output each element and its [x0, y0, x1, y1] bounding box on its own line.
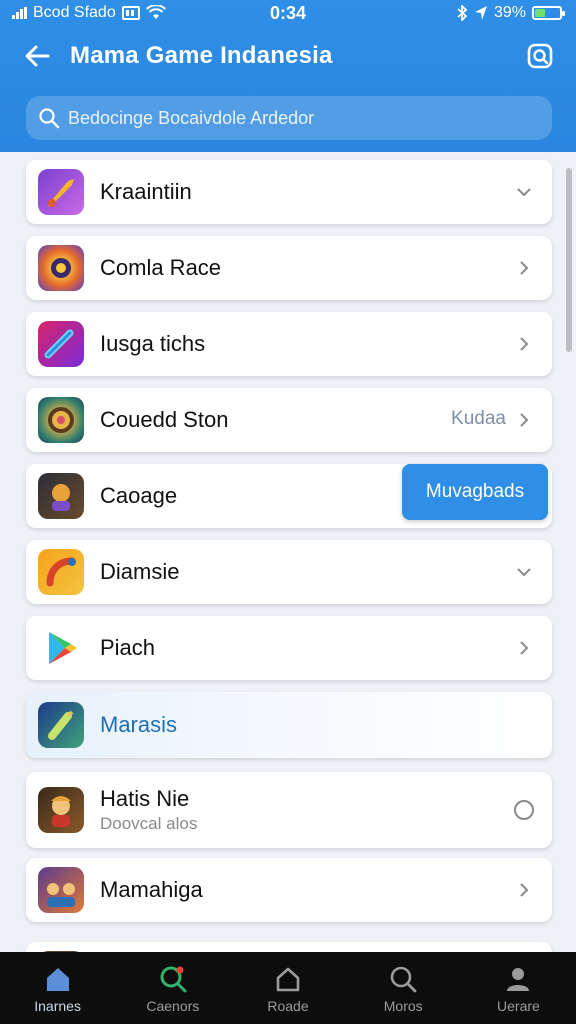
play-store-icon: [49, 632, 77, 664]
hero-icon: [51, 796, 71, 827]
chevron-right-icon[interactable]: [514, 880, 534, 900]
wand-icon: [44, 329, 74, 359]
app-name: Couedd Ston: [100, 407, 229, 432]
page-title: Mama Game Indanesia: [70, 42, 333, 69]
nav-label: Roade: [267, 998, 309, 1014]
install-button[interactable]: Muvagbads: [402, 464, 548, 520]
list-item-kraaintiin[interactable]: Kraaintiin: [26, 160, 552, 224]
app-name: Kraaintiin: [100, 179, 192, 204]
chevron-down-icon[interactable]: [514, 182, 534, 202]
nav-roade[interactable]: Roade: [230, 952, 345, 1024]
nav-label: Uerare: [497, 998, 540, 1014]
item-text: Hatis Nie Doovcal alos: [100, 786, 197, 834]
list-item-marasis[interactable]: Marasis: [26, 692, 552, 758]
game-icon: [38, 787, 84, 833]
list-item-iusga-tichs[interactable]: Iusga tichs: [26, 312, 552, 376]
scrollbar[interactable]: [566, 168, 572, 352]
list-item-diamsie[interactable]: Diamsie: [26, 540, 552, 604]
game-icon: [38, 397, 84, 443]
title-bar: Mama Game Indanesia: [0, 36, 576, 76]
chevron-right-icon[interactable]: [514, 258, 534, 278]
app-name: Comla Race: [100, 255, 222, 280]
list-item-piach[interactable]: Piach: [26, 616, 552, 680]
battery-fill: [535, 9, 546, 17]
chevron-right-icon[interactable]: [514, 410, 534, 430]
game-icon: [38, 321, 84, 367]
nav-label: Moros: [383, 998, 423, 1014]
game-icon: [38, 245, 84, 291]
crowd-icon: [47, 883, 75, 907]
battery-percent: 39%: [493, 4, 526, 21]
app-header: Bcod Sfado 0:34 39% Mama Game Indanesia: [0, 0, 576, 152]
app-list: Kraaintiin Comla Race Iusga tichs Couedd…: [0, 152, 576, 952]
user-icon: [507, 968, 530, 991]
search-icon: [160, 966, 187, 993]
nav-label: Inarnes: [34, 998, 81, 1014]
wheel-icon: [51, 258, 71, 278]
app-name: Hatis Nie: [100, 786, 190, 811]
game-icon: [38, 702, 84, 748]
list-item-comla-race[interactable]: Comla Race: [26, 236, 552, 300]
bottom-navigation: Inarnes Caenors Roade Moros Uerare: [0, 952, 576, 1024]
app-name: Caoage: [100, 483, 178, 508]
search-icon: [390, 966, 417, 993]
home-icon: [46, 968, 69, 991]
chevron-right-icon[interactable]: [514, 638, 534, 658]
horn-icon: [46, 557, 76, 587]
nav-label: Caenors: [146, 998, 200, 1014]
app-name: Iusga tichs: [100, 331, 206, 356]
game-icon: [38, 473, 84, 519]
search-action-icon[interactable]: [524, 40, 556, 72]
location-icon: [474, 6, 487, 20]
list-item-partial[interactable]: [26, 942, 552, 952]
search-icon: [39, 108, 60, 129]
app-subtitle: Doovcal alos: [100, 814, 198, 833]
game-icon: [38, 549, 84, 595]
nav-user[interactable]: Uerare: [461, 952, 576, 1024]
list-item-mamahiga[interactable]: Mamahiga: [26, 858, 552, 922]
list-item-hatis-nie[interactable]: Hatis Nie Doovcal alos: [26, 772, 552, 848]
game-icon: [38, 625, 84, 671]
list-item-couedd-ston[interactable]: Couedd Ston Kudaa: [26, 388, 552, 452]
nav-home[interactable]: Inarnes: [0, 952, 115, 1024]
game-icon: [38, 169, 84, 215]
bluetooth-icon: [457, 5, 468, 21]
nav-moros[interactable]: Moros: [346, 952, 461, 1024]
chevron-down-icon[interactable]: [514, 562, 534, 582]
search-input[interactable]: [68, 107, 508, 129]
app-name: Mamahiga: [100, 877, 203, 902]
radio-button[interactable]: [514, 800, 534, 820]
back-arrow-icon[interactable]: [22, 40, 54, 72]
sword-icon: [48, 179, 74, 207]
app-name: Piach: [100, 635, 156, 660]
house-icon: [276, 967, 300, 992]
chevron-right-icon[interactable]: [514, 334, 534, 354]
character-icon: [52, 484, 70, 511]
nav-search[interactable]: Caenors: [115, 952, 230, 1024]
item-meta: Kudaa: [451, 408, 506, 429]
app-name: Diamsie: [100, 559, 180, 584]
compass-icon: [48, 407, 74, 433]
search-bar[interactable]: [26, 96, 552, 140]
bottle-icon: [48, 710, 74, 740]
status-right: 39%: [456, 4, 565, 22]
list-item-caoage[interactable]: Caoage Muvagbads: [26, 464, 552, 528]
status-bar: Bcod Sfado 0:34 39%: [0, 0, 576, 28]
game-icon: [38, 867, 84, 913]
app-name: Marasis: [100, 712, 178, 737]
battery-icon: [532, 6, 565, 20]
